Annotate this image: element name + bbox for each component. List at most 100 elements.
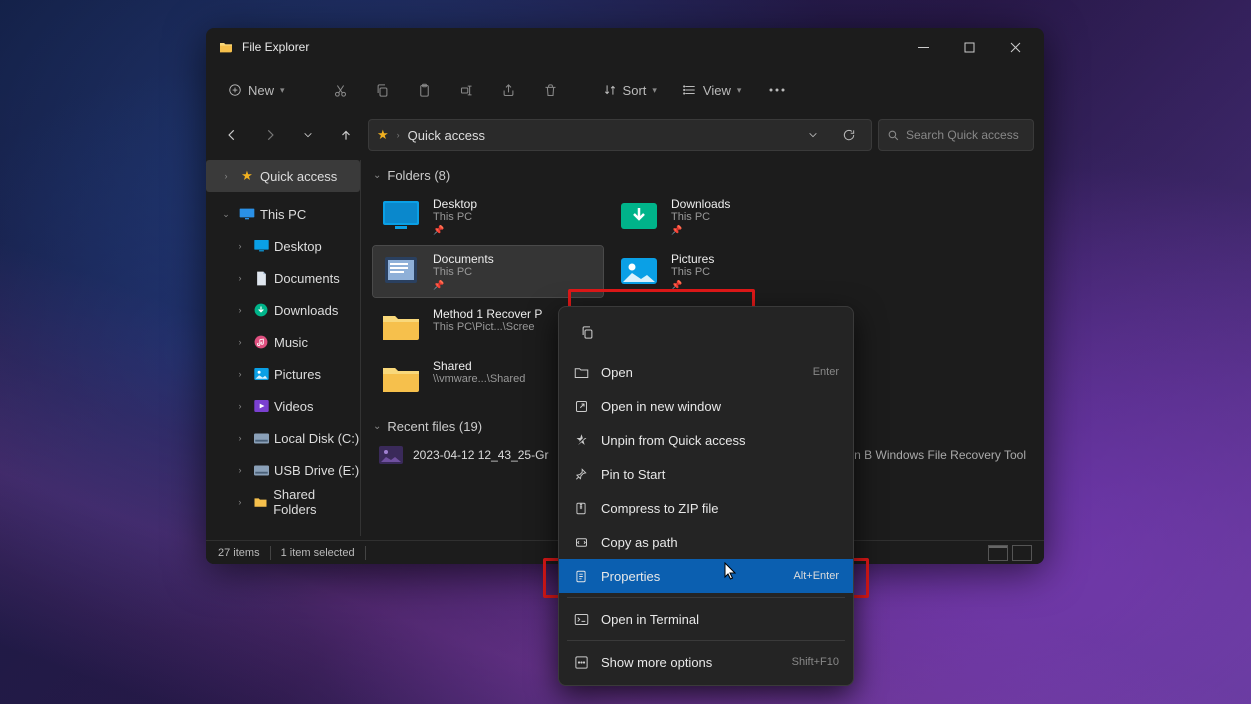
new-button[interactable]: New ▾ bbox=[218, 74, 295, 106]
sidebar-item-usb-drive[interactable]: ›USB Drive (E:) bbox=[206, 454, 360, 486]
share-button[interactable] bbox=[491, 74, 527, 106]
folder-name: Downloads bbox=[671, 197, 730, 211]
rename-button[interactable] bbox=[449, 74, 485, 106]
copy-icon-button[interactable] bbox=[569, 317, 605, 347]
sidebar-item-desktop[interactable]: ›Desktop bbox=[206, 230, 360, 262]
address-dropdown-button[interactable] bbox=[799, 121, 827, 149]
sidebar-item-label: Documents bbox=[274, 271, 340, 286]
minimize-button[interactable] bbox=[900, 32, 946, 62]
menu-label: Open bbox=[601, 365, 633, 380]
videos-icon bbox=[252, 400, 270, 412]
expand-icon[interactable]: › bbox=[232, 369, 248, 379]
group-label: Recent files (19) bbox=[387, 419, 482, 434]
context-terminal[interactable]: Open in Terminal bbox=[559, 602, 853, 636]
context-open[interactable]: Open Enter bbox=[559, 355, 853, 389]
details-view-button[interactable] bbox=[988, 545, 1008, 561]
zip-icon bbox=[573, 501, 589, 516]
breadcrumb-location[interactable]: Quick access bbox=[408, 128, 485, 143]
sidebar-item-pictures[interactable]: ›Pictures bbox=[206, 358, 360, 390]
context-compress[interactable]: Compress to ZIP file bbox=[559, 491, 853, 525]
folder-name: Documents bbox=[433, 252, 494, 266]
menu-shortcut: Alt+Enter bbox=[793, 570, 839, 582]
recent-locations-button[interactable] bbox=[292, 119, 324, 151]
sidebar-quick-access[interactable]: › ★ Quick access bbox=[206, 160, 360, 192]
context-more-options[interactable]: Show more options Shift+F10 bbox=[559, 645, 853, 679]
properties-icon bbox=[573, 569, 589, 584]
folder-item[interactable]: Downloads This PC 📌 bbox=[611, 191, 841, 242]
copy-button[interactable] bbox=[365, 74, 401, 106]
expand-icon[interactable]: › bbox=[232, 497, 248, 507]
menu-shortcut: Enter bbox=[813, 366, 839, 378]
chevron-down-icon: ⌄ bbox=[373, 170, 381, 181]
sidebar-item-downloads[interactable]: ›Downloads bbox=[206, 294, 360, 326]
menu-label: Open in new window bbox=[601, 399, 721, 414]
more-options-icon bbox=[573, 655, 589, 670]
sidebar-item-music[interactable]: ›Music bbox=[206, 326, 360, 358]
music-icon bbox=[252, 335, 270, 349]
expand-icon[interactable]: › bbox=[232, 273, 248, 283]
new-label: New bbox=[248, 83, 274, 98]
folder-item[interactable]: Documents This PC 📌 bbox=[373, 246, 603, 297]
sidebar: › ★ Quick access ⌄ This PC ›Desktop › Doc… bbox=[206, 156, 360, 540]
folder-location: \\vmware...\Shared bbox=[433, 373, 525, 385]
collapse-icon[interactable]: ⌄ bbox=[218, 209, 234, 220]
folder-item[interactable]: Pictures This PC 📌 bbox=[611, 246, 841, 297]
sort-button[interactable]: Sort ▾ bbox=[593, 74, 667, 106]
star-icon: ★ bbox=[238, 168, 256, 184]
new-window-icon bbox=[573, 399, 589, 414]
paste-button[interactable] bbox=[407, 74, 443, 106]
folder-item[interactable]: Desktop This PC 📌 bbox=[373, 191, 603, 242]
monitor-icon bbox=[238, 208, 256, 220]
context-properties[interactable]: Properties Alt+Enter bbox=[559, 559, 853, 593]
close-button[interactable] bbox=[992, 32, 1038, 62]
terminal-icon bbox=[573, 613, 589, 626]
cut-button[interactable] bbox=[323, 74, 359, 106]
drive-icon bbox=[252, 433, 270, 444]
tiles-view-button[interactable] bbox=[1012, 545, 1032, 561]
menu-shortcut: Shift+F10 bbox=[792, 656, 839, 668]
maximize-button[interactable] bbox=[946, 32, 992, 62]
folder-name: Desktop bbox=[433, 197, 477, 211]
chevron-down-icon: ▾ bbox=[652, 85, 657, 96]
sidebar-item-label: Videos bbox=[274, 399, 314, 414]
toolbar: New ▾ Sort ▾ View ▾ bbox=[206, 66, 1044, 114]
expand-icon[interactable]: › bbox=[232, 465, 248, 475]
back-button[interactable] bbox=[216, 119, 248, 151]
menu-label: Show more options bbox=[601, 655, 712, 670]
delete-button[interactable] bbox=[533, 74, 569, 106]
address-bar[interactable]: ★ › Quick access bbox=[368, 119, 872, 151]
folder-icon bbox=[379, 197, 423, 233]
search-box[interactable]: Search Quick access bbox=[878, 119, 1034, 151]
sidebar-item-local-disk[interactable]: ›Local Disk (C:) bbox=[206, 422, 360, 454]
download-icon bbox=[252, 303, 270, 317]
folder-icon bbox=[379, 252, 423, 288]
expand-icon[interactable]: › bbox=[218, 171, 234, 181]
pictures-icon bbox=[252, 368, 270, 380]
up-button[interactable] bbox=[330, 119, 362, 151]
context-pin-start[interactable]: Pin to Start bbox=[559, 457, 853, 491]
context-menu: Open Enter Open in new window Unpin from… bbox=[558, 306, 854, 686]
expand-icon[interactable]: › bbox=[232, 401, 248, 411]
folders-group-header[interactable]: ⌄ Folders (8) bbox=[373, 168, 1032, 183]
sidebar-item-shared-folders[interactable]: › Shared Folders bbox=[206, 486, 360, 518]
context-copy-path[interactable]: Copy as path bbox=[559, 525, 853, 559]
forward-button[interactable] bbox=[254, 119, 286, 151]
expand-icon[interactable]: › bbox=[232, 337, 248, 347]
expand-icon[interactable]: › bbox=[232, 305, 248, 315]
context-unpin[interactable]: Unpin from Quick access bbox=[559, 423, 853, 457]
view-label: View bbox=[703, 83, 731, 98]
refresh-button[interactable] bbox=[835, 121, 863, 149]
context-open-new-window[interactable]: Open in new window bbox=[559, 389, 853, 423]
network-folder-icon bbox=[252, 496, 270, 508]
view-button[interactable]: View ▾ bbox=[673, 74, 751, 106]
sidebar-this-pc[interactable]: ⌄ This PC bbox=[206, 198, 360, 230]
folder-icon bbox=[379, 307, 423, 343]
more-button[interactable] bbox=[757, 74, 797, 106]
expand-icon[interactable]: › bbox=[232, 433, 248, 443]
pin-icon: 📌 bbox=[671, 280, 714, 291]
sidebar-item-documents[interactable]: › Documents bbox=[206, 262, 360, 294]
sidebar-item-videos[interactable]: › Videos bbox=[206, 390, 360, 422]
sidebar-item-label: Shared Folders bbox=[273, 487, 360, 517]
folder-icon bbox=[379, 359, 423, 395]
expand-icon[interactable]: › bbox=[232, 241, 248, 251]
